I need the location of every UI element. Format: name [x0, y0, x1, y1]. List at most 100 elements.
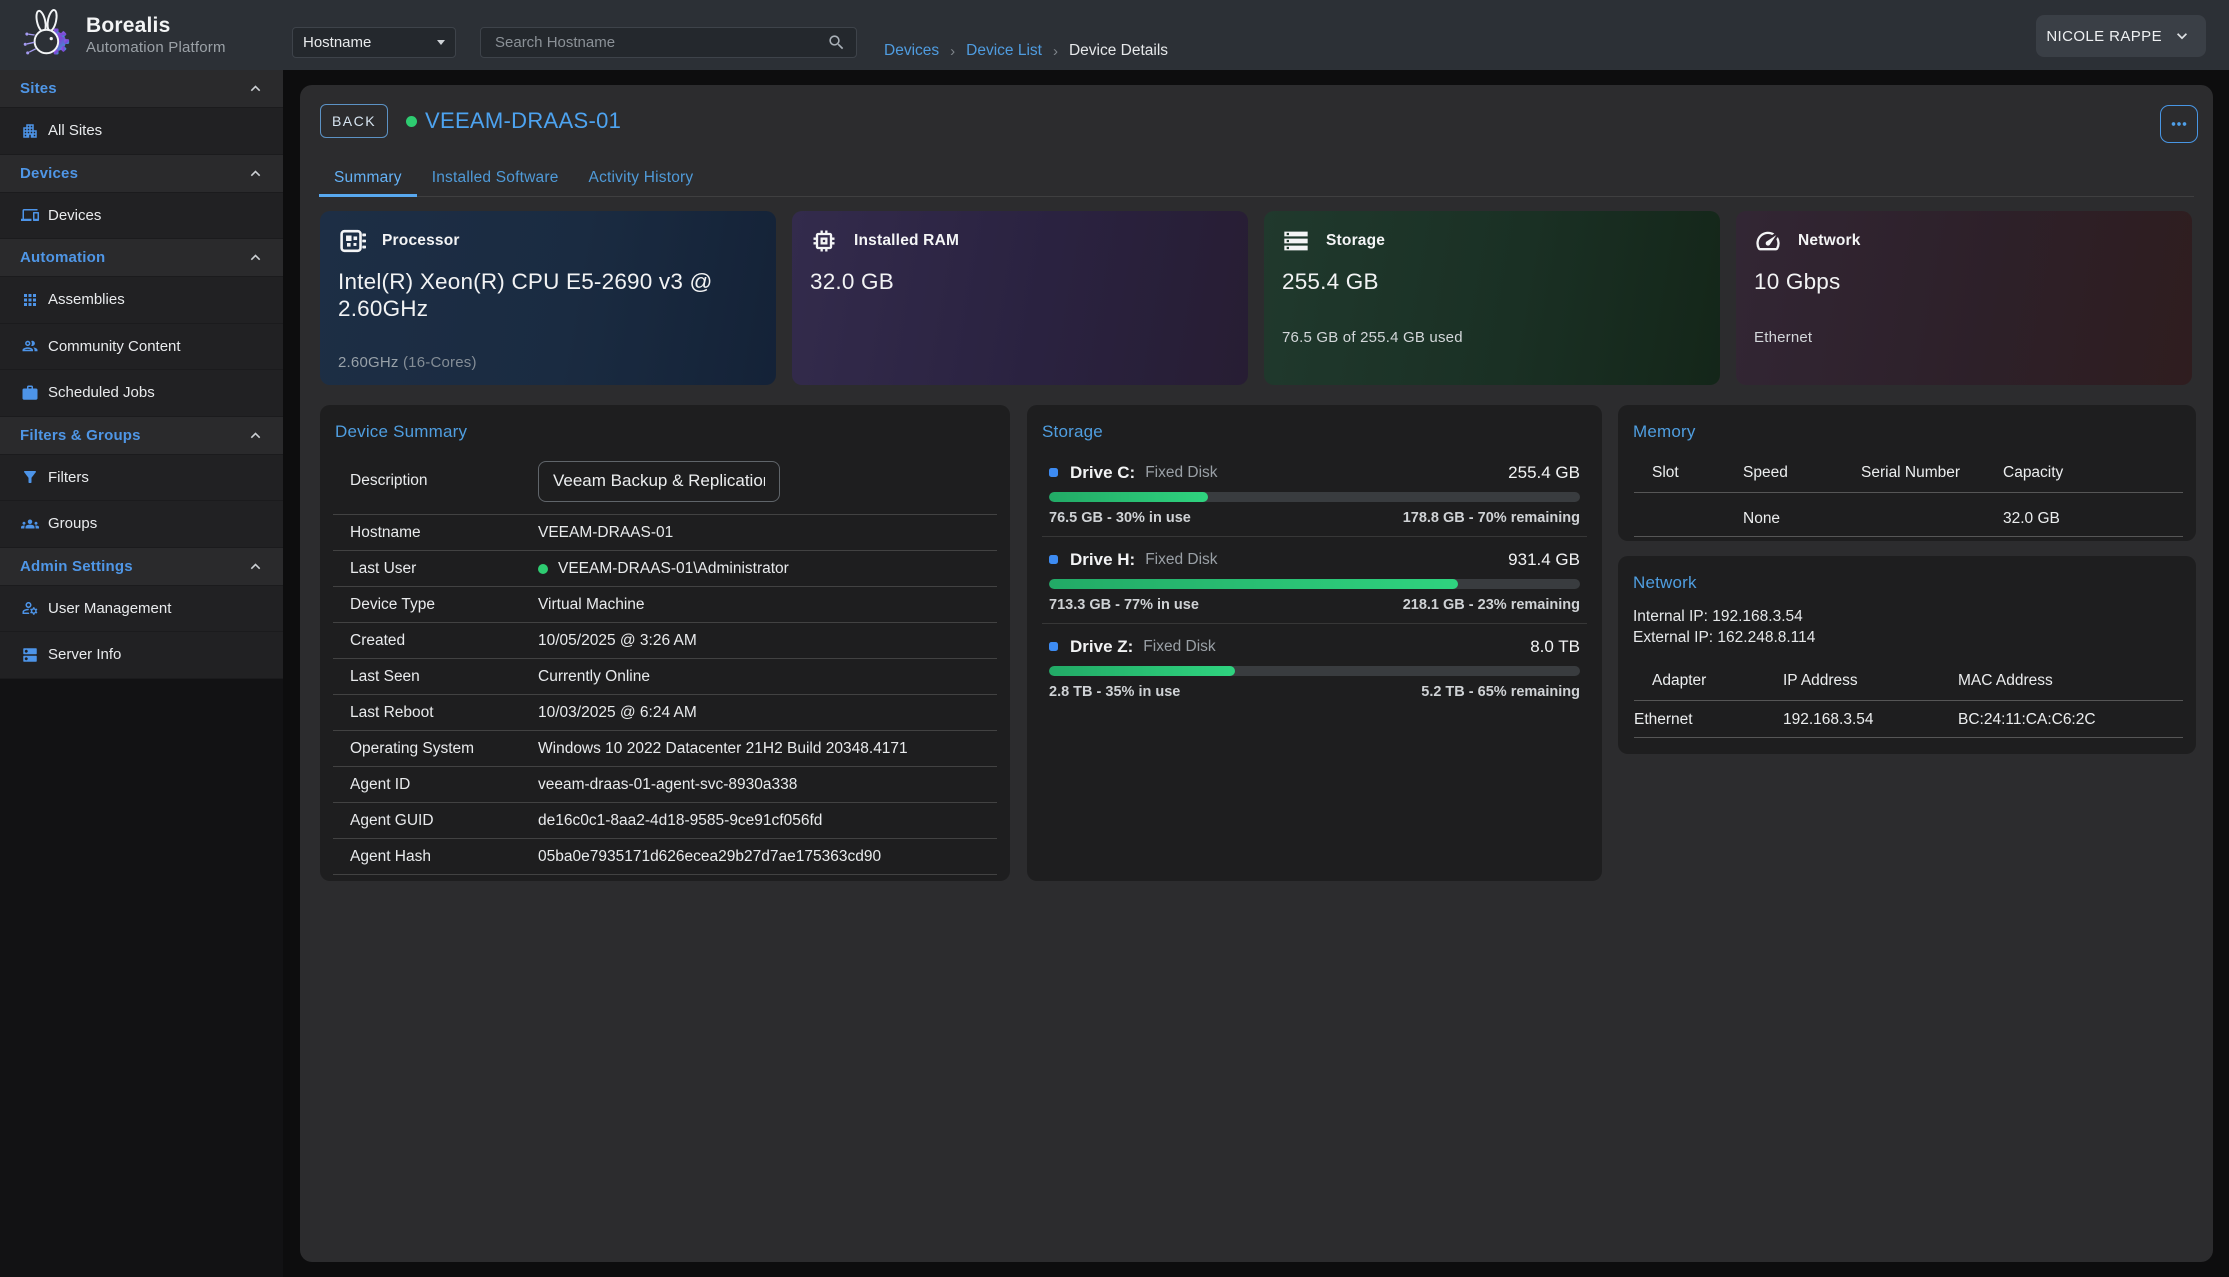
- device-title: VEEAM-DRAAS-01: [425, 108, 621, 134]
- sidebar-section-filters-groups[interactable]: Filters & Groups: [0, 417, 283, 455]
- sidebar-section-sites[interactable]: Sites: [0, 70, 283, 108]
- server-icon: [21, 646, 39, 664]
- search-icon: [827, 33, 846, 52]
- sidebar-section-devices[interactable]: Devices: [0, 155, 283, 193]
- summary-row-hostname: Hostname VEEAM-DRAAS-01: [333, 515, 997, 551]
- memory-col-slot: Slot: [1634, 464, 1743, 493]
- row-value: Windows 10 2022 Datacenter 21H2 Build 20…: [538, 740, 908, 758]
- device-summary-panel: Device Summary Description Hostname VEEA…: [320, 405, 1010, 881]
- storage-stack-icon: [1282, 227, 1310, 255]
- breadcrumb-device-list[interactable]: Device List: [966, 42, 1042, 60]
- tab-installed-software[interactable]: Installed Software: [417, 160, 574, 196]
- memory-col-serial: Serial Number: [1861, 464, 2003, 493]
- drive-size: 255.4 GB: [1508, 463, 1580, 483]
- card-label: Storage: [1326, 232, 1385, 250]
- row-value: de16c0c1-8aa2-4d18-9585-9ce91cf056fd: [538, 812, 822, 830]
- network-panel: Network Internal IP: 192.168.3.54 Extern…: [1618, 556, 2196, 754]
- processor-chip-icon: [338, 227, 366, 255]
- summary-row-last-user: Last User VEEAM-DRAAS-01\Administrator: [333, 551, 997, 587]
- drive-type: Fixed Disk: [1145, 551, 1217, 569]
- stat-cards: Processor Intel(R) Xeon(R) CPU E5-2690 v…: [320, 211, 2193, 385]
- network-table: Adapter IP Address MAC Address Ethernet …: [1634, 672, 2183, 738]
- page-header: BACK VEEAM-DRAAS-01: [320, 104, 621, 138]
- online-status-dot: [538, 564, 548, 574]
- hostname-filter-value: Hostname: [303, 34, 437, 51]
- sidebar-item-server-info[interactable]: Server Info: [0, 632, 283, 679]
- network-col-mac: MAC Address: [1958, 672, 2183, 701]
- memory-serial-value: [1861, 493, 2003, 537]
- sidebar-item-groups[interactable]: Groups: [0, 501, 283, 548]
- row-label: Last User: [333, 560, 538, 578]
- summary-row-created: Created 10/05/2025 @ 3:26 AM: [333, 623, 997, 659]
- hostname-filter-select[interactable]: Hostname: [292, 27, 456, 58]
- brand-name: Borealis: [86, 14, 226, 38]
- row-label: Agent GUID: [333, 812, 538, 830]
- tab-summary[interactable]: Summary: [319, 160, 417, 196]
- sidebar-item-label: Community Content: [48, 338, 181, 355]
- sidebar-section-automation[interactable]: Automation: [0, 239, 283, 277]
- user-menu-button[interactable]: NICOLE RAPPE: [2036, 15, 2206, 57]
- summary-row-device-type: Device Type Virtual Machine: [333, 587, 997, 623]
- sidebar-item-scheduled-jobs[interactable]: Scheduled Jobs: [0, 370, 283, 417]
- summary-row-agent-hash: Agent Hash 05ba0e7935171d626ecea29b27d7a…: [333, 839, 997, 875]
- summary-row-description: Description: [333, 448, 997, 515]
- network-card: Network 10 Gbps Ethernet: [1736, 211, 2192, 385]
- search-box: [480, 27, 857, 58]
- drive-z: Drive Z: Fixed Disk 8.0 TB 2.8 TB - 35% …: [1042, 636, 1587, 700]
- storage-usage: 76.5 GB of 255.4 GB used: [1282, 329, 1463, 346]
- drive-name: Drive C:: [1070, 463, 1135, 483]
- breadcrumb-devices[interactable]: Devices: [884, 42, 939, 60]
- sidebar-item-all-sites[interactable]: All Sites: [0, 108, 283, 155]
- card-label: Network: [1798, 232, 1861, 250]
- memory-panel-title: Memory: [1633, 422, 1696, 442]
- storage-card: Storage 255.4 GB 76.5 GB of 255.4 GB use…: [1264, 211, 1720, 385]
- tab-bar: Summary Installed Software Activity Hist…: [319, 160, 2194, 197]
- borealis-rabbit-logo-icon: [22, 7, 74, 63]
- row-value: VEEAM-DRAAS-01\Administrator: [558, 560, 789, 578]
- row-value: 10/03/2025 @ 6:24 AM: [538, 704, 697, 722]
- sidebar-item-label: Groups: [48, 515, 97, 532]
- drive-type: Fixed Disk: [1145, 464, 1217, 482]
- divider: [1042, 536, 1587, 537]
- sidebar-item-community-content[interactable]: Community Content: [0, 324, 283, 371]
- sidebar-item-assemblies[interactable]: Assemblies: [0, 277, 283, 324]
- network-adapter-value: Ethernet: [1634, 701, 1783, 738]
- summary-row-os: Operating System Windows 10 2022 Datacen…: [333, 731, 997, 767]
- processor-detail: 2.60GHz (16-Cores): [338, 354, 477, 371]
- row-value: Currently Online: [538, 668, 650, 686]
- description-input[interactable]: [538, 461, 780, 502]
- row-value: veeam-draas-01-agent-svc-8930a338: [538, 776, 797, 794]
- chevron-up-icon: [246, 79, 265, 98]
- drive-name: Drive H:: [1070, 550, 1135, 570]
- breadcrumb-current: Device Details: [1069, 42, 1168, 60]
- memory-table: Slot Speed Serial Number Capacity None: [1634, 464, 2183, 537]
- memory-col-capacity: Capacity: [2003, 464, 2183, 493]
- sidebar-item-label: Server Info: [48, 646, 121, 663]
- row-value: 10/05/2025 @ 3:26 AM: [538, 632, 697, 650]
- network-row: Ethernet 192.168.3.54 BC:24:11:CA:C6:2C: [1634, 701, 2183, 738]
- storage-value: 255.4 GB: [1282, 268, 1702, 295]
- network-mac-value: BC:24:11:CA:C6:2C: [1958, 701, 2183, 738]
- sidebar-item-label: Filters: [48, 469, 89, 486]
- sidebar-item-devices[interactable]: Devices: [0, 193, 283, 240]
- sidebar-item-label: Scheduled Jobs: [48, 384, 155, 401]
- sidebar-section-admin-settings[interactable]: Admin Settings: [0, 548, 283, 586]
- row-label: Created: [333, 632, 538, 650]
- processor-card: Processor Intel(R) Xeon(R) CPU E5-2690 v…: [320, 211, 776, 385]
- drive-name: Drive Z:: [1070, 637, 1133, 657]
- more-actions-button[interactable]: [2160, 105, 2198, 143]
- back-button[interactable]: BACK: [320, 104, 388, 138]
- chevron-up-icon: [246, 164, 265, 183]
- sidebar-item-label: All Sites: [48, 122, 102, 139]
- divider: [1042, 623, 1587, 624]
- select-caret-icon: [437, 40, 445, 45]
- sidebar-item-user-management[interactable]: User Management: [0, 586, 283, 633]
- row-label: Last Seen: [333, 668, 538, 686]
- tab-activity-history[interactable]: Activity History: [574, 160, 709, 196]
- memory-speed-value: None: [1743, 493, 1861, 537]
- device-summary-rows: Description Hostname VEEAM-DRAAS-01 Last…: [333, 448, 997, 875]
- search-input[interactable]: [495, 34, 827, 51]
- summary-row-agent-id: Agent ID veeam-draas-01-agent-svc-8930a3…: [333, 767, 997, 803]
- sidebar-item-filters[interactable]: Filters: [0, 455, 283, 502]
- chevron-up-icon: [246, 557, 265, 576]
